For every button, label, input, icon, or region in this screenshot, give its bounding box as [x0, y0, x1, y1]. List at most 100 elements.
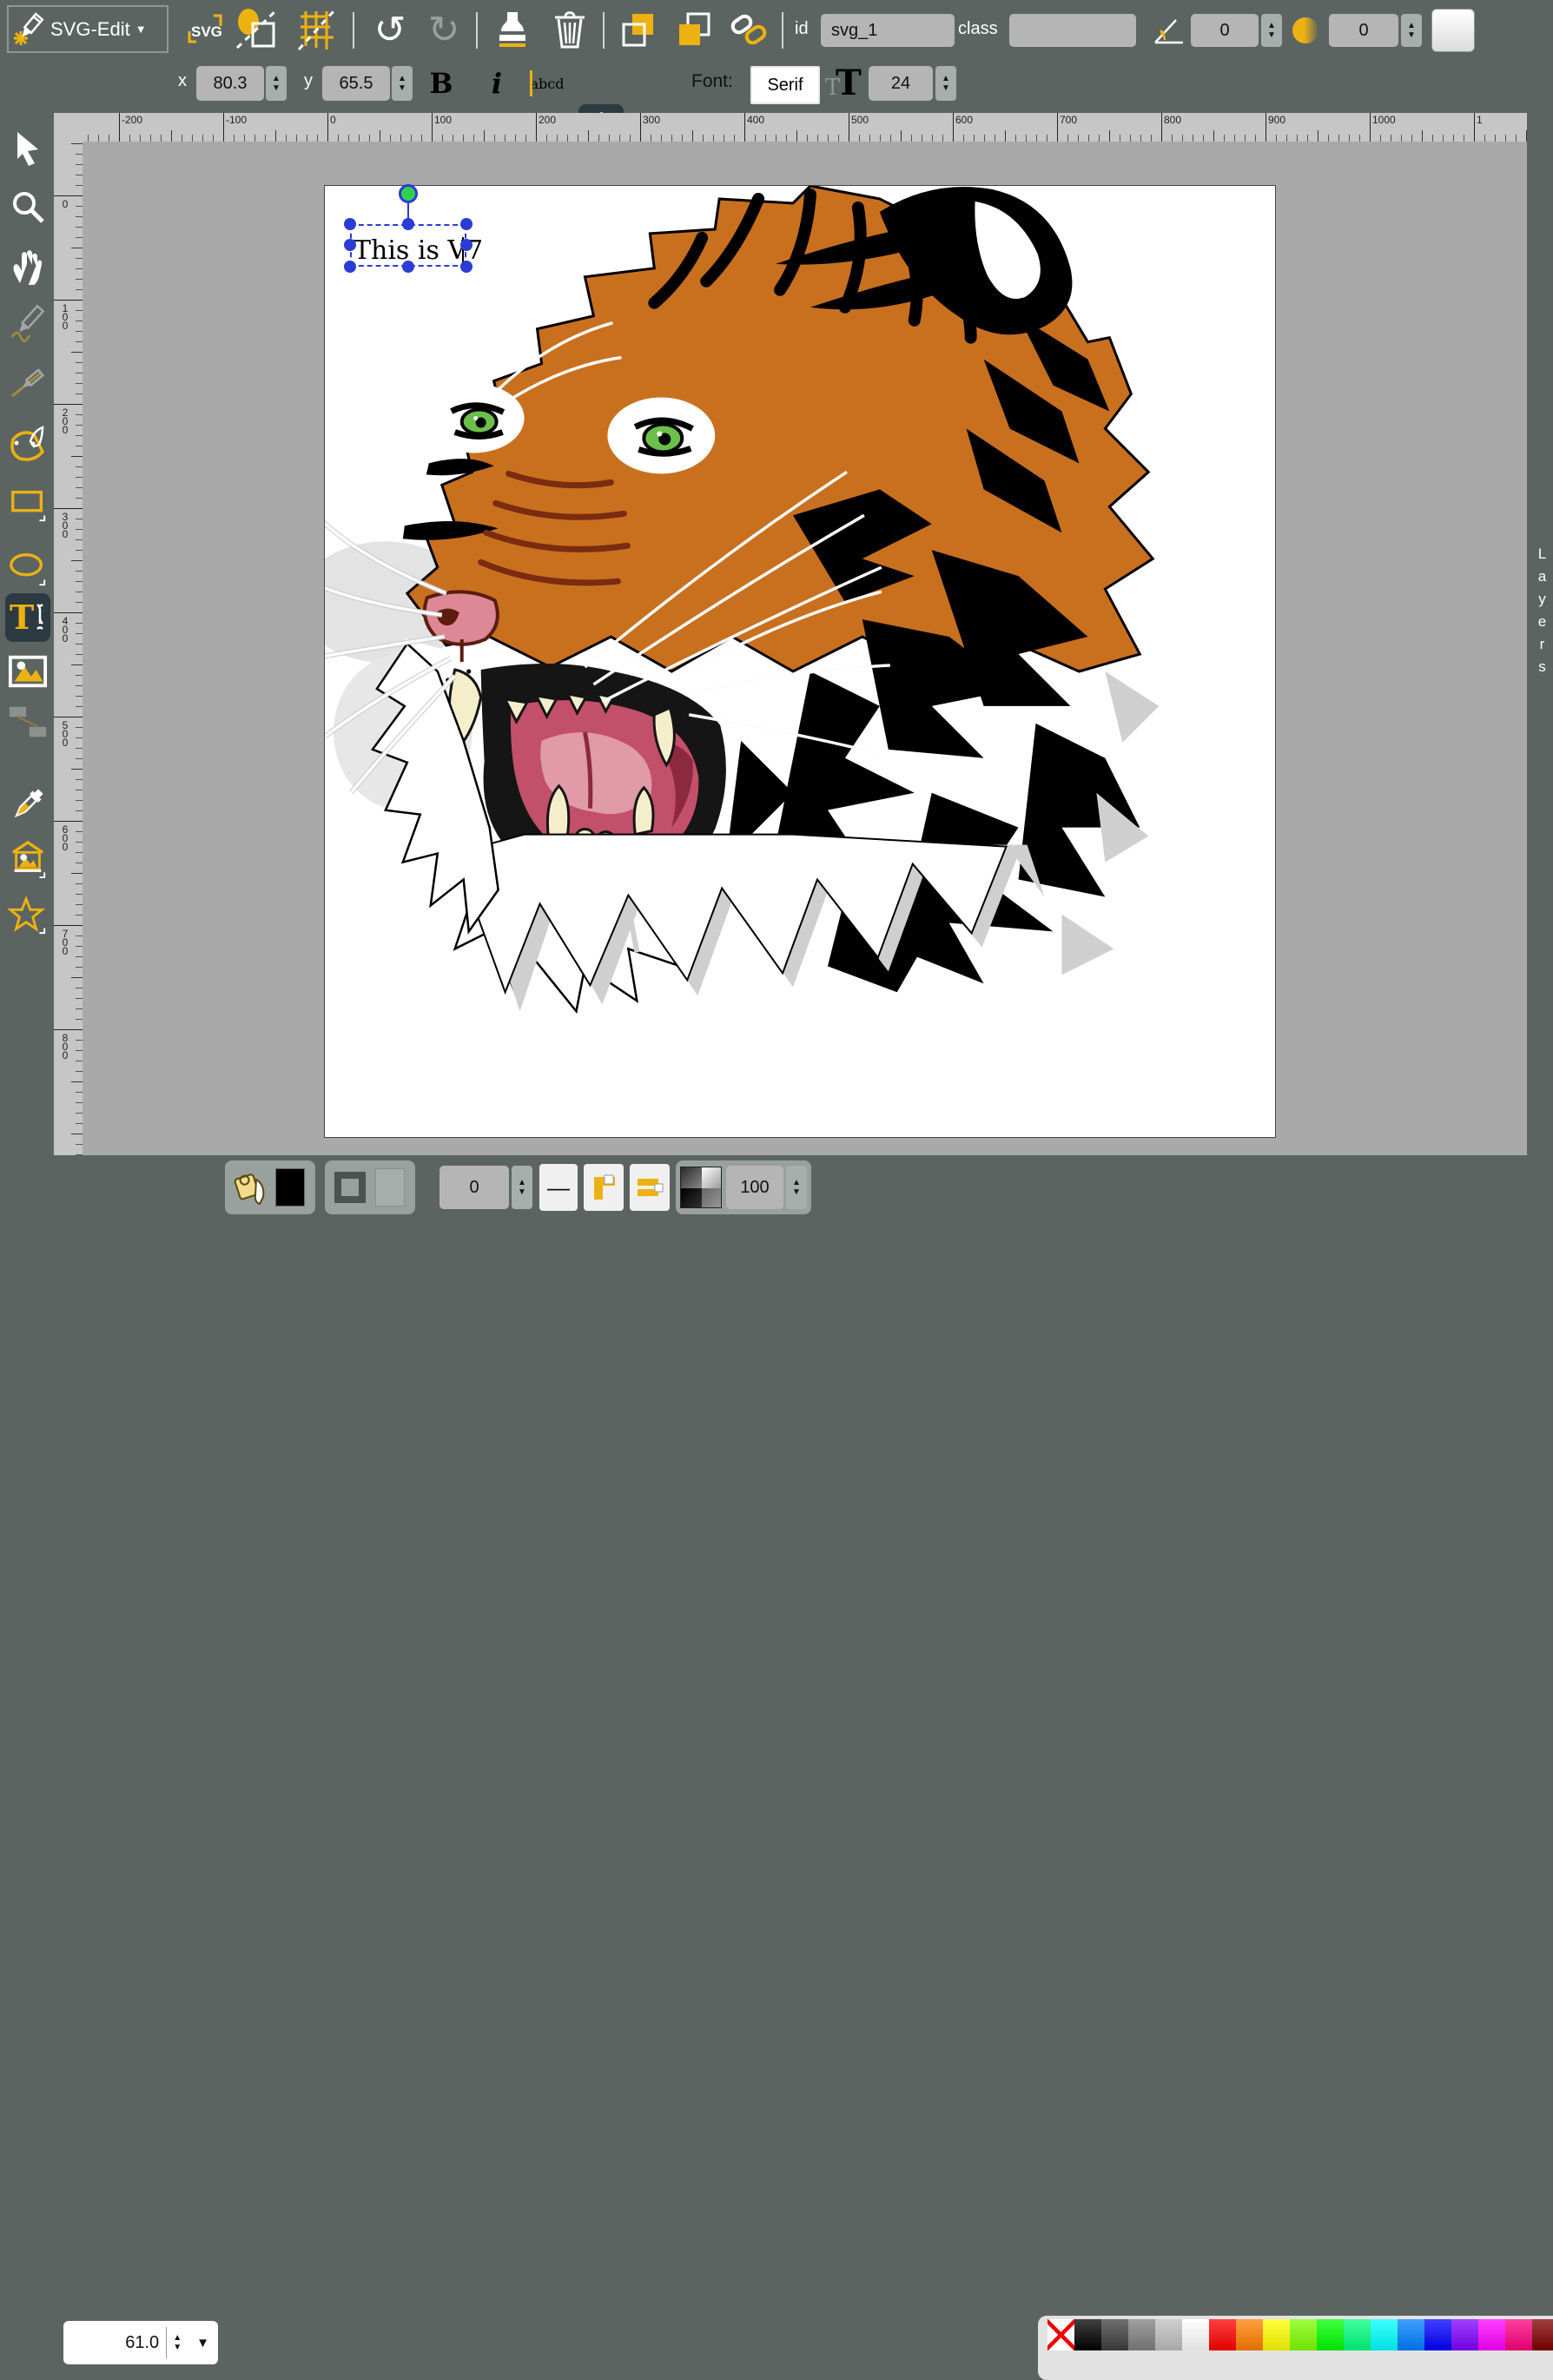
clone-button[interactable]: [490, 7, 535, 52]
font-family-button[interactable]: Serif: [750, 66, 820, 104]
tool-shape-library[interactable]: [8, 839, 48, 879]
palette-swatch-7f00ff[interactable]: [1451, 2319, 1478, 2350]
palette-swatch-ff7f00[interactable]: [1236, 2319, 1263, 2350]
tool-select[interactable]: [8, 129, 48, 169]
tool-line[interactable]: [8, 364, 48, 404]
palette-swatch-7f7f7f[interactable]: [1128, 2319, 1155, 2350]
font-size-spinner[interactable]: ▲ ▼: [935, 66, 956, 101]
stroke-linecap-button[interactable]: [630, 1164, 670, 1211]
selection-handle-sw[interactable]: [344, 261, 356, 273]
tool-image[interactable]: [8, 651, 48, 691]
y-input[interactable]: 65.5: [322, 66, 390, 101]
spin-up-icon[interactable]: ▲: [1407, 21, 1416, 30]
tool-pan[interactable]: [8, 246, 48, 286]
undo-button[interactable]: ↺: [368, 5, 412, 54]
stroke-width-spinner[interactable]: ▲ ▼: [512, 1166, 532, 1209]
stroke-color-swatch[interactable]: [375, 1168, 405, 1207]
source-editor-button[interactable]: SVG: [184, 9, 226, 50]
spin-down-icon[interactable]: ▼: [173, 2343, 182, 2352]
rotation-handle[interactable]: [399, 184, 418, 203]
main-menu-button[interactable]: SVG-Edit ▼: [7, 5, 169, 53]
palette-swatch-ff007f[interactable]: [1505, 2319, 1532, 2350]
spin-down-icon[interactable]: ▼: [1407, 30, 1416, 40]
bold-button[interactable]: B: [424, 64, 459, 102]
make-link-button[interactable]: [726, 7, 771, 52]
move-to-top-button[interactable]: [671, 7, 716, 52]
stroke-linejoin-button[interactable]: [584, 1164, 624, 1211]
y-spinner[interactable]: ▲ ▼: [392, 66, 413, 101]
tool-connector[interactable]: [8, 702, 48, 742]
italic-button[interactable]: i: [479, 64, 514, 102]
stroke-dash-button[interactable]: —: [539, 1164, 578, 1211]
spin-up-icon[interactable]: ▲: [398, 74, 406, 83]
zoom-spinner[interactable]: ▲ ▼: [167, 2333, 188, 2352]
id-input[interactable]: svg_1: [821, 14, 955, 47]
selection-handle-se[interactable]: [460, 261, 473, 273]
redo-button[interactable]: ↻: [422, 5, 466, 54]
opacity-spinner[interactable]: ▲ ▼: [786, 1166, 807, 1209]
spin-down-icon[interactable]: ▼: [272, 83, 281, 93]
selection-handle-w[interactable]: [344, 239, 356, 251]
spin-up-icon[interactable]: ▲: [942, 74, 950, 83]
palette-swatch-7fff00[interactable]: [1290, 2319, 1317, 2350]
font-size-input[interactable]: 24: [869, 66, 933, 101]
palette-swatch-0000ff[interactable]: [1424, 2319, 1451, 2350]
spin-down-icon[interactable]: ▼: [942, 83, 950, 93]
palette-swatch-ff00ff[interactable]: [1478, 2319, 1505, 2350]
selection-handle-e[interactable]: [460, 239, 473, 251]
palette-swatch-bfbfbf[interactable]: [1155, 2319, 1182, 2350]
palette-swatch-none[interactable]: [1047, 2319, 1074, 2350]
selection-handle-nw[interactable]: [344, 218, 356, 230]
angle-spinner[interactable]: ▲ ▼: [1261, 14, 1282, 47]
tool-zoom[interactable]: [8, 187, 48, 227]
fill-color-swatch[interactable]: [275, 1168, 305, 1207]
palette-swatch-007fff[interactable]: [1398, 2319, 1424, 2350]
zoom-dropdown-icon[interactable]: ▼: [188, 2336, 218, 2350]
spin-up-icon[interactable]: ▲: [272, 74, 281, 83]
spin-down-icon[interactable]: ▼: [1267, 30, 1276, 40]
palette-swatch-00ff7f[interactable]: [1344, 2319, 1371, 2350]
blur-spinner[interactable]: ▲ ▼: [1401, 14, 1422, 47]
x-input[interactable]: 80.3: [196, 66, 264, 101]
selection-handle-n[interactable]: [402, 218, 414, 230]
spin-down-icon[interactable]: ▼: [792, 1187, 801, 1197]
tool-path[interactable]: [8, 422, 48, 462]
spin-up-icon[interactable]: ▲: [173, 2333, 182, 2343]
palette-swatch-ffff00[interactable]: [1263, 2319, 1290, 2350]
class-input[interactable]: [1009, 14, 1136, 47]
move-to-bottom-button[interactable]: [615, 7, 660, 52]
zoom-control[interactable]: 61.0 ▲ ▼ ▼: [63, 2321, 218, 2364]
spin-up-icon[interactable]: ▲: [792, 1178, 801, 1187]
spin-up-icon[interactable]: ▲: [1267, 21, 1276, 30]
palette-swatch-00ff00[interactable]: [1317, 2319, 1344, 2350]
spin-down-icon[interactable]: ▼: [398, 83, 406, 93]
opacity-input[interactable]: 100: [726, 1166, 783, 1209]
tool-star[interactable]: [8, 896, 48, 935]
layers-panel-tab[interactable]: Layers: [1527, 113, 1553, 1155]
delete-button[interactable]: [547, 7, 592, 52]
stroke-width-input[interactable]: 0: [439, 1166, 509, 1209]
palette-swatch-7f0000[interactable]: [1532, 2319, 1553, 2350]
svg-canvas[interactable]: [324, 185, 1276, 1138]
palette-swatch-000000[interactable]: [1074, 2319, 1101, 2350]
palette-swatch-00ffff[interactable]: [1371, 2319, 1398, 2350]
spin-down-icon[interactable]: ▼: [518, 1187, 526, 1197]
background-color-swatch[interactable]: [1431, 9, 1475, 52]
palette-swatch-3f3f3f[interactable]: [1101, 2319, 1128, 2350]
tool-ellipse[interactable]: [8, 549, 48, 589]
blur-input[interactable]: 0: [1329, 14, 1398, 47]
x-spinner[interactable]: ▲ ▼: [266, 66, 287, 101]
tool-text[interactable]: T: [8, 598, 48, 638]
selection-handle-s[interactable]: [402, 261, 414, 273]
palette-swatch-ff0000[interactable]: [1209, 2319, 1236, 2350]
wireframe-mode-button[interactable]: [233, 7, 281, 52]
tool-pencil[interactable]: [8, 303, 48, 343]
grid-button[interactable]: [292, 7, 340, 52]
text-anchor-start-button[interactable]: abcd: [525, 63, 570, 104]
palette-swatch-ffffff[interactable]: [1182, 2319, 1209, 2350]
selection-handle-ne[interactable]: [460, 218, 473, 230]
spin-up-icon[interactable]: ▲: [518, 1178, 526, 1187]
angle-input[interactable]: 0: [1191, 14, 1259, 47]
tool-eyedropper[interactable]: [8, 784, 48, 824]
opacity-gradient-icon[interactable]: [680, 1167, 722, 1208]
